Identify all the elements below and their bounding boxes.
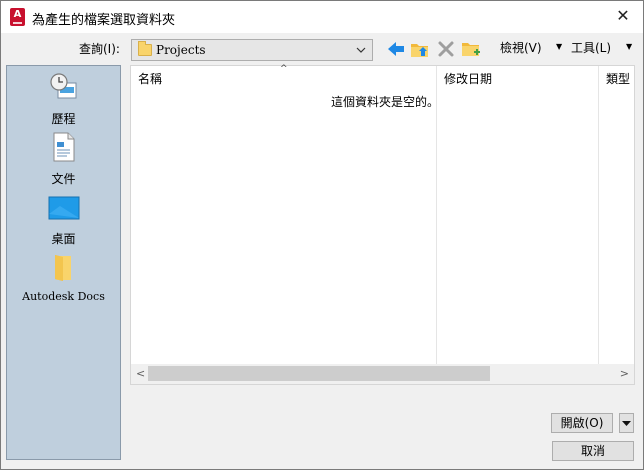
scroll-right-icon[interactable]: > [620, 367, 629, 380]
cancel-button[interactable]: 取消 [552, 441, 634, 461]
lookin-label: 查詢(I): [79, 42, 120, 56]
scroll-thumb[interactable] [148, 366, 490, 381]
column-name[interactable]: 名稱 [138, 70, 162, 94]
place-documents-label: 文件 [51, 172, 76, 186]
empty-folder-message: 這個資料夾是空的。 [331, 95, 440, 109]
title-bar: A 為產生的檔案選取資料夾 ✕ [1, 1, 643, 33]
up-folder-icon[interactable] [409, 38, 431, 60]
tools-dropdown-icon[interactable]: ▼ [626, 42, 632, 51]
folder-icon [55, 255, 71, 281]
open-options-button[interactable] [619, 413, 634, 433]
place-documents[interactable]: 文件 [7, 132, 120, 188]
scroll-left-icon[interactable]: < [136, 367, 145, 380]
back-arrow-icon[interactable] [385, 38, 407, 60]
sort-ascending-icon: ^ [280, 64, 288, 74]
lookin-value: Projects [156, 43, 206, 57]
place-history-label: 歷程 [51, 112, 76, 126]
column-date-modified[interactable]: 修改日期 [444, 70, 492, 94]
place-desktop[interactable]: 桌面 [7, 192, 120, 248]
place-desktop-label: 桌面 [51, 232, 76, 246]
close-button[interactable]: ✕ [611, 5, 635, 29]
open-button[interactable]: 開啟(O) [551, 413, 613, 433]
window-title: 為產生的檔案選取資料夾 [32, 13, 176, 28]
views-dropdown-icon[interactable]: ▼ [556, 42, 562, 51]
column-divider[interactable] [436, 66, 437, 364]
chevron-down-icon [622, 421, 631, 426]
chevron-down-icon [356, 47, 366, 53]
column-type[interactable]: 類型 [606, 70, 630, 94]
history-icon [50, 73, 77, 99]
tools-menu[interactable]: 工具(L) [571, 39, 611, 56]
new-folder-icon[interactable] [460, 38, 482, 60]
horizontal-scrollbar[interactable]: < > [131, 364, 634, 384]
folder-icon [138, 41, 152, 56]
documents-icon [53, 132, 75, 162]
places-bar: 歷程 文件 桌面 Autodesk Docs [6, 65, 121, 460]
file-list[interactable]: 名稱 ^ 修改日期 類型 這個資料夾是空的。 < > [130, 64, 635, 385]
file-dialog: A 為產生的檔案選取資料夾 ✕ 查詢(I): Projects 檢視(V) ▼ … [0, 0, 644, 470]
delete-icon[interactable] [435, 38, 457, 60]
column-divider[interactable] [598, 66, 599, 364]
place-autodesk-docs[interactable]: Autodesk Docs [7, 252, 120, 308]
autocad-app-icon: A [10, 8, 25, 26]
place-history[interactable]: 歷程 [7, 72, 120, 128]
lookin-dropdown[interactable]: Projects [131, 39, 373, 61]
views-menu[interactable]: 檢視(V) [500, 39, 542, 56]
place-autodesk-docs-label: Autodesk Docs [22, 290, 105, 303]
desktop-icon [48, 196, 80, 220]
